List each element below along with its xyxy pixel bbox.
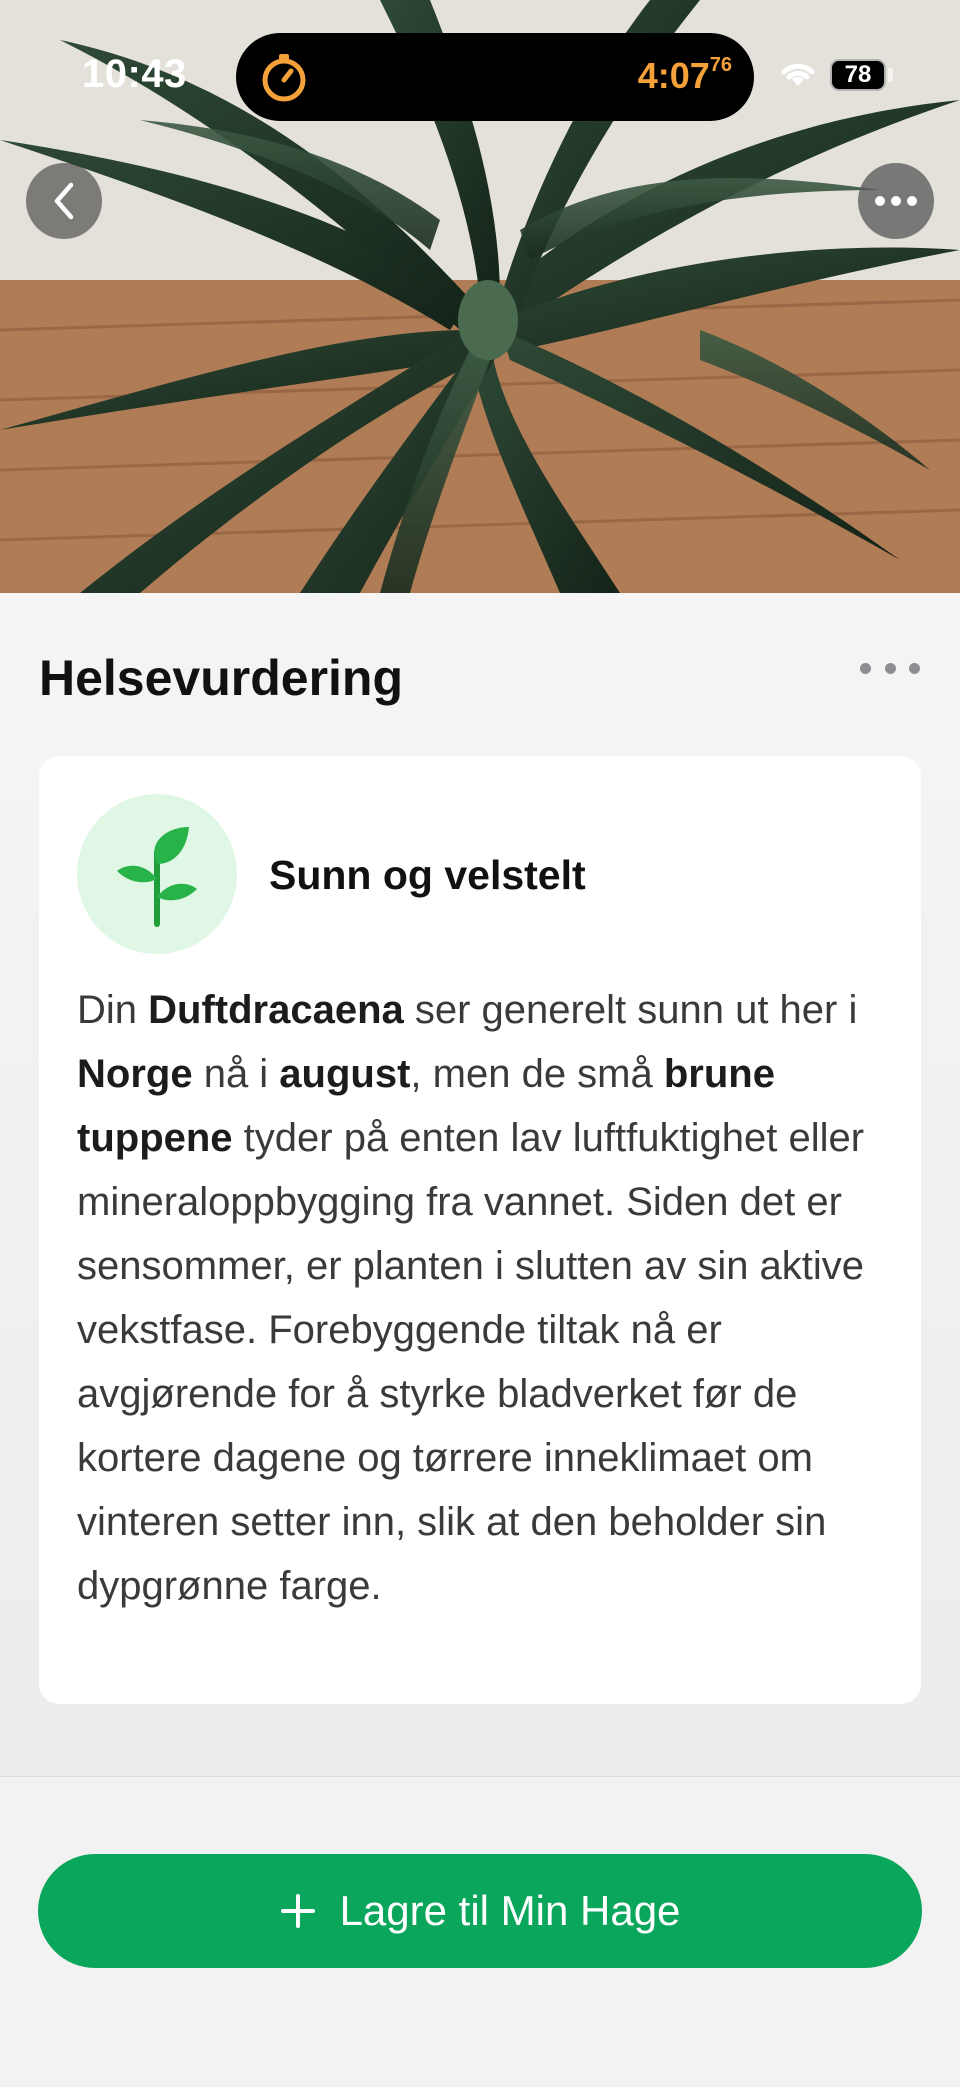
save-to-garden-button[interactable]: Lagre til Min Hage bbox=[38, 1854, 922, 1968]
health-card: Sunn og velstelt Din Duftdracaena ser ge… bbox=[39, 756, 921, 1704]
status-time: 10:43 bbox=[82, 52, 187, 96]
emphasis-text: august bbox=[279, 1052, 411, 1096]
ellipsis-icon bbox=[875, 196, 917, 206]
more-options-button[interactable] bbox=[858, 163, 934, 239]
wifi-icon bbox=[781, 63, 815, 86]
plant-photo: 10:43 4:0776 78 bbox=[0, 0, 960, 593]
stopwatch-icon bbox=[262, 54, 306, 102]
health-assessment-section: Helsevurdering Sunn og velstelt Din Duft… bbox=[0, 593, 960, 1776]
back-button[interactable] bbox=[26, 163, 102, 239]
dot-icon bbox=[884, 662, 896, 674]
emphasis-text: Norge bbox=[77, 1052, 193, 1096]
health-status-label: Sunn og velstelt bbox=[269, 852, 586, 898]
battery-indicator: 78 bbox=[830, 59, 886, 91]
timer-readout: 4:0776 bbox=[637, 54, 732, 97]
bottom-action-bar: Lagre til Min Hage bbox=[0, 1776, 960, 2087]
health-description: Din Duftdracaena ser generelt sunn ut he… bbox=[77, 978, 897, 1618]
timer-fraction: 76 bbox=[709, 54, 732, 76]
section-title: Helsevurdering bbox=[39, 650, 404, 706]
health-status-badge bbox=[77, 794, 237, 954]
sprout-icon bbox=[117, 827, 197, 927]
dynamic-island-timer[interactable]: 4:0776 bbox=[236, 33, 754, 121]
body-text: Din bbox=[77, 988, 149, 1032]
timer-main: 4:07 bbox=[637, 55, 710, 96]
save-button-label: Lagre til Min Hage bbox=[339, 1887, 681, 1934]
dot-icon bbox=[860, 662, 871, 674]
plus-icon bbox=[280, 1894, 315, 1928]
back-chevron-icon bbox=[54, 182, 74, 220]
body-text: nå i bbox=[192, 1052, 280, 1096]
battery-tip bbox=[888, 68, 893, 82]
dot-icon bbox=[909, 662, 920, 674]
plant-detail-screen: 10:43 4:0776 78 Helsevurdering Sunn og v… bbox=[0, 0, 960, 2087]
section-more-button[interactable] bbox=[860, 653, 920, 683]
emphasis-text: Duftdracaena bbox=[148, 988, 404, 1032]
body-text: tyder på enten lav luftfuktighet eller m… bbox=[77, 1116, 865, 1608]
body-text: , men de små bbox=[410, 1052, 664, 1096]
body-text: ser generelt sunn ut her i bbox=[403, 988, 858, 1032]
